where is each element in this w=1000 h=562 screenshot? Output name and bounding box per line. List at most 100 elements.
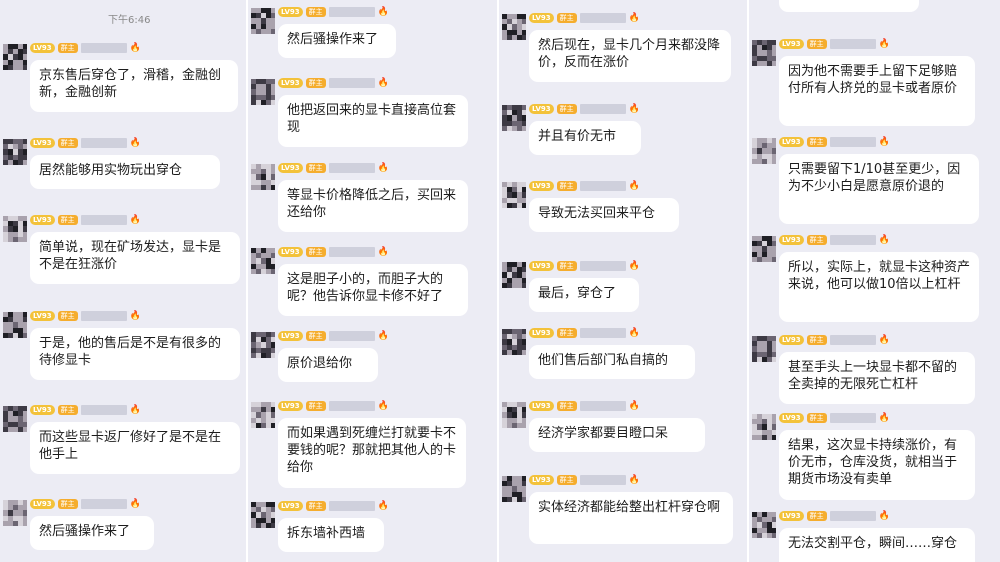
blurred-nickname — [328, 401, 375, 411]
sender-tags: LV93 群主 🔥 — [529, 180, 640, 192]
fire-icon: 🔥 — [129, 215, 141, 225]
avatar[interactable] — [752, 512, 776, 538]
avatar[interactable] — [502, 262, 526, 288]
message-bubble[interactable]: 并且有价无市 — [529, 121, 641, 155]
message-bubble[interactable]: 只需要留下1/10甚至更少，因为不少小白是愿意原价退的 — [779, 154, 979, 224]
message-bubble[interactable]: 于是，他的售后是不是有很多的待修显卡 — [30, 328, 240, 380]
message-bubble[interactable]: 京东售后穿仓了，滑稽，金融创新，金融创新 — [30, 60, 238, 112]
avatar[interactable] — [752, 138, 776, 164]
message-bubble[interactable]: 他们售后部门私自搞的 — [529, 345, 695, 379]
group-owner-badge: 群主 — [305, 501, 326, 511]
avatar[interactable] — [251, 248, 275, 274]
avatar[interactable] — [752, 40, 776, 66]
group-owner-badge: 群主 — [305, 163, 326, 173]
message-bubble[interactable]: 然后现在，显卡几个月来都没降价，反而在涨价 — [529, 30, 731, 82]
chat-panel-2[interactable]: LV93 群主 🔥 然后骚操作来了 LV93 群主 🔥 他把返回来的显卡直接高位套现 LV93 群… — [248, 0, 497, 562]
group-owner-badge: 群主 — [556, 401, 577, 411]
avatar[interactable] — [3, 139, 27, 165]
avatar[interactable] — [3, 406, 27, 432]
chat-panel-4[interactable]: LV93群主🔥 为什么是杠杆呢？ LV93群主🔥 因为他不需要手上留下足够赔付所有人挤… — [749, 0, 1000, 562]
message-bubble[interactable]: 而如果遇到死缠烂打就要卡不要钱的呢？那就把其他人的卡给你 — [278, 418, 466, 488]
blurred-nickname — [829, 335, 876, 345]
sender-tags: LV93 群主 🔥 — [278, 162, 389, 174]
level-badge: LV93 — [30, 311, 55, 321]
fire-icon: 🔥 — [628, 181, 640, 191]
message-bubble[interactable]: 然后骚操作来了 — [278, 24, 396, 58]
message-bubble[interactable]: 拆东墙补西墙 — [278, 518, 384, 552]
message-bubble[interactable]: 实体经济都能给整出杠杆穿仓啊 — [529, 492, 733, 544]
message-bubble[interactable]: 居然能够用实物玩出穿仓 — [30, 155, 220, 189]
chat-message: LV93 群主 🔥 结果，这次显卡持续涨价，有价无市，仓库没货，就相当于期货市场没有卖… — [749, 412, 1000, 504]
chat-screenshot-collage: 下午6:46 LV93 群主 🔥 京东售后穿仓了，滑稽，金融创新，金融创新 LV93 群主… — [0, 0, 1000, 562]
avatar[interactable] — [3, 44, 27, 70]
blurred-nickname — [829, 511, 876, 521]
avatar[interactable] — [502, 476, 526, 502]
blurred-nickname — [579, 328, 626, 338]
avatar[interactable] — [752, 336, 776, 362]
chat-message: LV93 群主 🔥 经济学家都要目瞪口呆 — [499, 400, 747, 456]
avatar[interactable] — [251, 402, 275, 428]
avatar[interactable] — [502, 105, 526, 131]
group-owner-badge: 群主 — [305, 7, 326, 17]
group-owner-badge: 群主 — [305, 247, 326, 257]
fire-icon: 🔥 — [377, 78, 389, 88]
sender-tags: LV93 群主 🔥 — [779, 136, 890, 148]
avatar[interactable] — [251, 332, 275, 358]
avatar[interactable] — [251, 8, 275, 34]
message-bubble[interactable]: 等显卡价格降低之后，买回来还给你 — [278, 180, 468, 232]
blurred-nickname — [80, 499, 127, 509]
message-bubble[interactable]: 最后，穿仓了 — [529, 278, 639, 312]
sender-tags: LV93 群主 🔥 — [529, 474, 640, 486]
group-owner-badge: 群主 — [556, 328, 577, 338]
message-bubble[interactable]: 原价退给你 — [278, 348, 378, 382]
fire-icon: 🔥 — [628, 13, 640, 23]
message-bubble[interactable]: 经济学家都要目瞪口呆 — [529, 418, 705, 452]
group-owner-badge: 群主 — [57, 215, 78, 225]
chat-panel-1[interactable]: 下午6:46 LV93 群主 🔥 京东售后穿仓了，滑稽，金融创新，金融创新 LV93 群主… — [0, 0, 246, 562]
avatar[interactable] — [502, 329, 526, 355]
message-bubble[interactable]: 然后骚操作来了 — [30, 516, 154, 550]
message-bubble[interactable]: 导致无法买回来平仓 — [529, 198, 679, 232]
message-bubble[interactable]: 简单说，现在矿场发达，显卡是不是在狂涨价 — [30, 232, 240, 284]
avatar[interactable] — [3, 500, 27, 526]
blurred-nickname — [829, 137, 876, 147]
fire-icon: 🔥 — [129, 311, 141, 321]
fire-icon: 🔥 — [377, 247, 389, 257]
avatar[interactable] — [752, 414, 776, 440]
sender-tags: LV93 群主 🔥 — [779, 38, 890, 50]
message-bubble[interactable]: 甚至手头上一块显卡都不留的全卖掉的无限死亡杠杆 — [779, 352, 975, 404]
chat-panel-3[interactable]: LV93 群主 🔥 然后现在，显卡几个月来都没降价，反而在涨价 LV93 群主 🔥 并且有价无… — [499, 0, 747, 562]
avatar[interactable] — [251, 79, 275, 105]
avatar[interactable] — [251, 502, 275, 528]
chat-message: LV93 群主 🔥 京东售后穿仓了，滑稽，金融创新，金融创新 — [0, 42, 246, 116]
level-badge: LV93 — [779, 335, 804, 345]
message-bubble[interactable]: 因为他不需要手上留下足够赔付所有人挤兑的显卡或者原价 — [779, 56, 975, 126]
level-badge: LV93 — [529, 13, 554, 23]
fire-icon: 🔥 — [129, 138, 141, 148]
avatar[interactable] — [251, 164, 275, 190]
message-bubble[interactable]: 所以，实际上，就显卡这种资产来说，他可以做10倍以上杠杆 — [779, 252, 979, 322]
message-bubble[interactable]: 这是胆子小的，而胆子大的呢？他告诉你显卡修不好了 — [278, 264, 468, 316]
blurred-nickname — [80, 405, 127, 415]
message-bubble[interactable]: 而这些显卡返厂修好了是不是在他手上 — [30, 422, 240, 474]
sender-tags: LV93 群主 🔥 — [30, 214, 141, 226]
group-owner-badge: 群主 — [806, 137, 827, 147]
level-badge: LV93 — [30, 215, 55, 225]
blurred-nickname — [80, 215, 127, 225]
avatar[interactable] — [3, 312, 27, 338]
avatar[interactable] — [502, 182, 526, 208]
group-owner-badge: 群主 — [806, 335, 827, 345]
message-bubble[interactable]: 无法交割平仓，瞬间……穿仓 — [779, 528, 975, 562]
avatar[interactable] — [502, 402, 526, 428]
message-bubble[interactable]: 为什么是杠杆呢？ — [779, 0, 919, 12]
chat-message: LV93 群主 🔥 然后现在，显卡几个月来都没降价，反而在涨价 — [499, 12, 747, 86]
avatar[interactable] — [502, 14, 526, 40]
message-bubble[interactable]: 结果，这次显卡持续涨价，有价无市，仓库没货，就相当于期货市场没有卖单 — [779, 430, 975, 500]
avatar[interactable] — [3, 216, 27, 242]
avatar[interactable] — [752, 236, 776, 262]
blurred-nickname — [579, 401, 626, 411]
group-owner-badge: 群主 — [806, 235, 827, 245]
sender-tags: LV93 群主 🔥 — [278, 77, 389, 89]
message-bubble[interactable]: 他把返回来的显卡直接高位套现 — [278, 95, 468, 147]
group-owner-badge: 群主 — [806, 511, 827, 521]
